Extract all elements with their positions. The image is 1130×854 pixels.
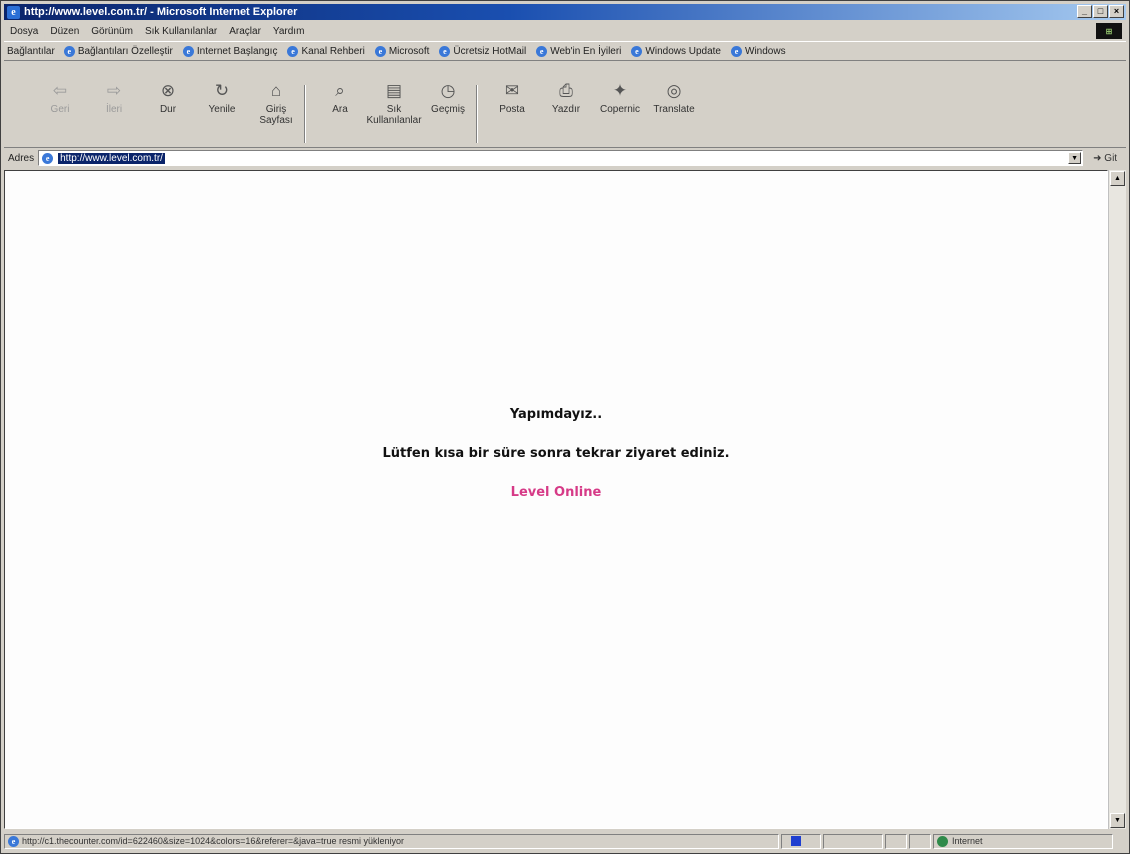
refresh-button[interactable]: ↻ Yenile [196,61,248,115]
status-bar: e http://c1.thecounter.com/id=622460&siz… [4,831,1126,851]
forward-arrow-icon: ⇨ [106,81,122,100]
translate-button[interactable]: ◎ Translate [648,61,700,115]
vertical-scrollbar[interactable]: ▲ ▼ [1108,170,1126,829]
print-button[interactable]: ⎙ Yazdır [540,61,592,115]
links-label: Bağlantılar [7,45,55,57]
search-button[interactable]: ⌕ Ara [314,61,366,115]
link-item[interactable]: e Internet Başlangıç [180,45,285,57]
ie-page-icon: e [374,45,386,57]
construction-heading: Yapımdayız.. [509,407,603,422]
progress-indicator [791,836,801,846]
ie-page-icon: e [287,45,299,57]
go-button[interactable]: ➜ Git [1093,153,1117,164]
link-item[interactable]: e Kanal Rehberi [284,45,371,57]
search-icon: ⌕ [335,81,345,100]
printer-icon: ⎙ [559,81,573,100]
address-input[interactable]: e http://www.level.com.tr/ ▼ [38,150,1084,166]
browser-window: e http://www.level.com.tr/ - Microsoft I… [0,0,1130,854]
page-content: Yapımdayız.. Lütfen kısa bir süre sonra … [4,170,1108,829]
scroll-up-icon[interactable]: ▲ [1110,171,1125,186]
forward-button[interactable]: ⇨ İleri [88,61,140,115]
status-panel [909,833,931,849]
history-button[interactable]: ◷ Geçmiş [422,61,474,115]
ie-page-icon: e [8,835,19,847]
refresh-icon: ↻ [214,81,230,100]
status-panel [823,833,883,849]
link-item[interactable]: e Ücretsiz HotMail [436,45,533,57]
links-bar: Bağlantılar e Bağlantıları Özelleştir e In… [4,41,1126,61]
brand-text: Level Online [510,485,602,500]
mail-icon: ✉ [504,81,520,100]
scroll-down-icon[interactable]: ▼ [1110,813,1125,828]
back-button[interactable]: ⇦ Geri [34,61,86,115]
menu-tools[interactable]: Araçlar [223,26,267,37]
home-icon: ⌂ [270,81,282,100]
ie-page-icon: e [182,45,194,57]
stop-button[interactable]: ⊗ Dur [142,61,194,115]
zone-panel: Internet [933,833,1113,849]
ie-page-icon: e [63,45,75,57]
translate-icon: ◎ [666,81,682,100]
menu-bar: Dosya Düzen Görünüm Sık Kullanılanlar Ar… [4,22,1126,40]
menu-favorites[interactable]: Sık Kullanılanlar [139,26,223,37]
menu-view[interactable]: Görünüm [85,26,139,37]
back-arrow-icon: ⇦ [52,81,68,100]
favorites-icon: ▤ [385,81,403,100]
ie-page-icon: e [631,45,643,57]
link-item[interactable]: e Web'in En İyileri [533,45,628,57]
revisit-message: Lütfen kısa bir süre sonra tekrar ziyare… [382,446,730,461]
status-panel [885,833,907,849]
ie-page-icon: e [731,45,742,57]
minimize-button[interactable]: _ [1077,5,1092,18]
ie-logo-icon: e [7,5,20,19]
globe-icon [937,835,948,847]
copernic-icon: ✦ [612,81,628,100]
link-item[interactable]: e Windows [728,45,793,57]
status-text: http://c1.thecounter.com/id=622460&size=… [22,836,404,846]
stop-icon: ⊗ [160,81,176,100]
mail-button[interactable]: ✉ Posta [486,61,538,115]
link-item[interactable]: e Windows Update [628,45,728,57]
title-bar: e http://www.level.com.tr/ - Microsoft I… [4,4,1126,20]
history-icon: ◷ [440,81,456,100]
progress-panel [781,833,821,849]
address-bar: Adres e http://www.level.com.tr/ ▼ ➜ Git [4,148,1126,168]
copernic-button[interactable]: ✦ Copernic [594,61,646,115]
ie-page-icon: e [536,45,548,57]
maximize-button[interactable]: □ [1093,5,1108,18]
windows-logo-icon: ⊞ [1096,23,1122,39]
address-url: http://www.level.com.tr/ [58,152,165,164]
standard-toolbar: ⇦ Geri ⇨ İleri ⊗ Dur ↻ Yenile ⌂ Giriş Sa… [4,61,1126,148]
favorites-button[interactable]: ▤ Sık Kullanılanlar [366,61,421,126]
address-label: Adres [8,152,35,164]
ie-page-icon: e [42,152,54,164]
menu-file[interactable]: Dosya [4,26,44,37]
zone-label: Internet [952,836,983,846]
status-text-panel: e http://c1.thecounter.com/id=622460&siz… [4,833,779,849]
close-button[interactable]: × [1109,5,1124,18]
home-button[interactable]: ⌂ Giriş Sayfası [250,61,302,126]
toolbar-separator [304,85,306,143]
window-title: http://www.level.com.tr/ - Microsoft Int… [24,6,298,18]
chevron-down-icon[interactable]: ▼ [1068,152,1082,164]
toolbar-separator [476,85,478,143]
menu-help[interactable]: Yardım [267,26,311,37]
menu-edit[interactable]: Düzen [44,26,85,37]
ie-page-icon: e [439,45,451,57]
link-item[interactable]: e Bağlantıları Özelleştir [61,45,180,57]
link-item[interactable]: e Microsoft [372,45,437,57]
